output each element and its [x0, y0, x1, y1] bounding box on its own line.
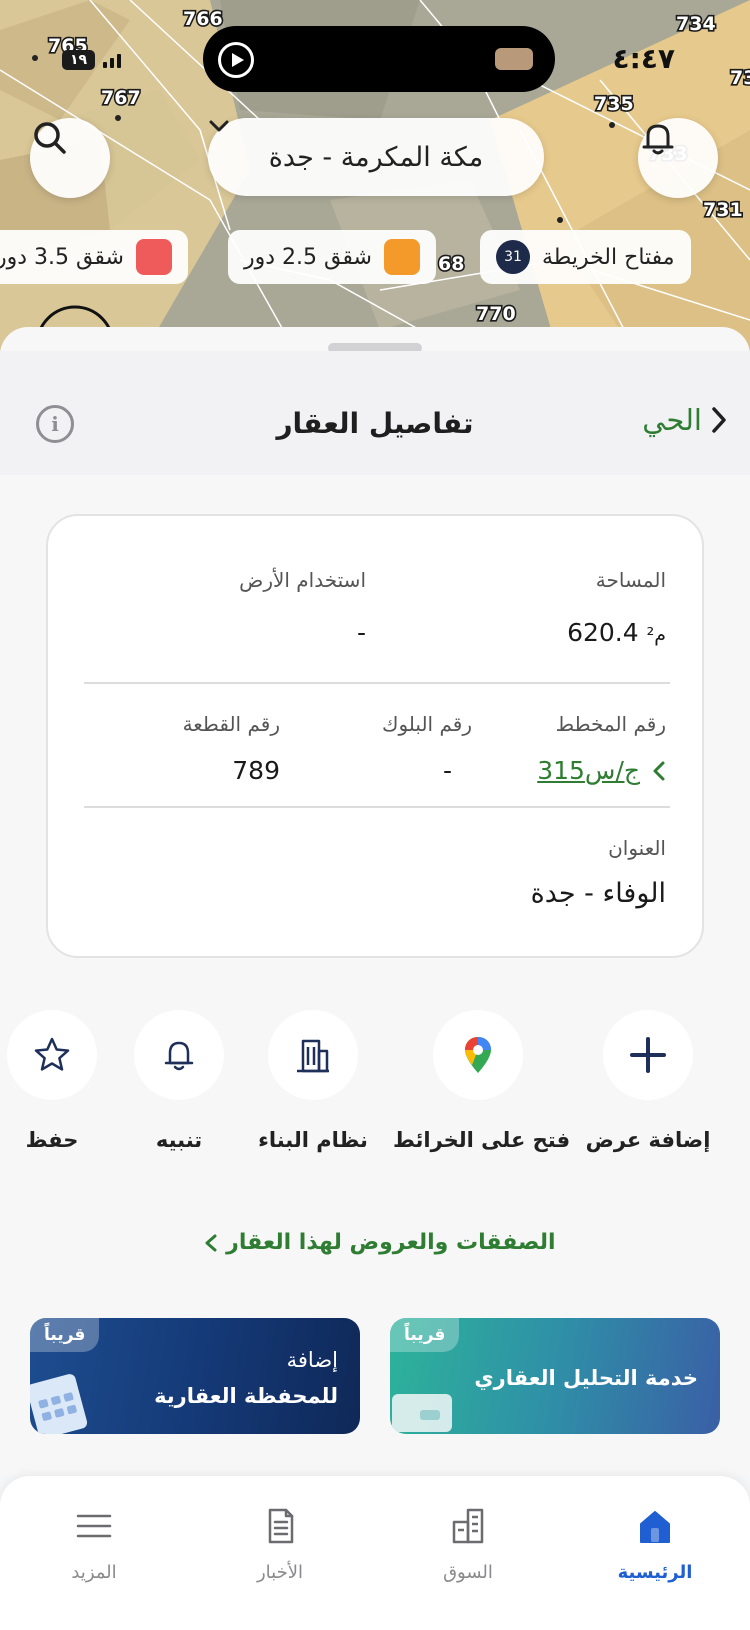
tab-home[interactable]: الرئيسية [595, 1504, 715, 1583]
add-offer-label: إضافة عرض [585, 1128, 711, 1152]
dynamic-island [203, 26, 555, 92]
plan-number-value: 315ج/س [537, 756, 640, 785]
open-in-maps-label: فتح على الخرائط [393, 1128, 571, 1152]
status-time: ٤:٤٧ [612, 42, 675, 75]
parcel-label: 731 [703, 199, 743, 221]
save-button[interactable]: حفظ [0, 1010, 137, 1152]
chip-label: شقق 2.5 دور [244, 244, 372, 270]
chevron-left-icon [653, 761, 665, 780]
sheet-title: تفاصيل العقار [276, 407, 474, 440]
area-unit: م² [646, 624, 666, 646]
promo-line1: إضافة [286, 1348, 338, 1372]
tab-more[interactable]: المزيد [34, 1504, 154, 1583]
tab-market-label: السوق [443, 1562, 493, 1583]
tab-news-label: الأخبار [256, 1562, 303, 1583]
area-number: 620.4 [567, 618, 639, 647]
save-label: حفظ [25, 1128, 79, 1152]
chip-label: مفتاح الخريطة [542, 244, 675, 270]
action-buttons-row: إضافة عرض فتح على الخرائط نظام البناء تن… [0, 1010, 750, 1170]
chevron-down-icon [209, 120, 229, 132]
address-label: العنوان [608, 836, 666, 860]
red-swatch-icon [135, 239, 172, 275]
neighborhood-link[interactable]: الحي [642, 403, 728, 437]
coming-soon-badge: قريباً [30, 1318, 100, 1352]
signal-icon [103, 52, 122, 68]
bell-icon [134, 1010, 224, 1100]
add-offer-button[interactable]: إضافة عرض [563, 1010, 733, 1152]
building-icon [268, 1010, 358, 1100]
plot-number-label: رقم القطعة [182, 712, 280, 736]
city-selector[interactable]: مكة المكرمة - جدة [208, 118, 544, 196]
promo-title: خدمة التحليل العقاري [474, 1366, 698, 1390]
bell-icon [642, 124, 674, 155]
land-use-label: استخدام الأرض [239, 568, 366, 592]
tab-market[interactable]: السوق [408, 1504, 528, 1583]
plus-icon [603, 1010, 693, 1100]
address-value: الوفاء - جدة [530, 878, 666, 909]
notifications-button[interactable] [638, 118, 718, 198]
open-in-maps-button[interactable]: فتح على الخرائط [393, 1010, 571, 1152]
parcel-label: 68 [438, 253, 464, 275]
parcel-label: 770 [476, 303, 516, 325]
star-icon [7, 1010, 97, 1100]
analysis-card-icon [392, 1394, 452, 1432]
home-icon [595, 1504, 715, 1548]
tab-news[interactable]: الأخبار [220, 1504, 340, 1583]
sheet-header: i تفاصيل العقار الحي [0, 351, 750, 475]
legend-count-badge: 31 [496, 240, 530, 274]
block-number-value: - [442, 756, 452, 785]
property-details-card: المساحة استخدام الأرض م² 620.4 - رقم الم… [46, 514, 704, 958]
coming-soon-badge: قريباً [390, 1318, 460, 1352]
filter-chip-apartments-2-5[interactable]: شقق 2.5 دور [228, 230, 436, 284]
city-selector-label: مكة المكرمة - جدة [268, 141, 484, 173]
media-thumbnail [495, 48, 533, 70]
chevron-left-icon [205, 1234, 217, 1252]
plan-number-label: رقم المخطط [555, 712, 666, 736]
search-button[interactable] [30, 118, 110, 198]
tab-more-label: المزيد [71, 1562, 117, 1583]
land-use-value: - [356, 618, 366, 647]
filter-chip-apartments-3-5[interactable]: شقق 3.5 دور [0, 230, 188, 284]
deals-link-label: الصفقات والعروض لهذا العقار [226, 1230, 556, 1255]
parcel-label: 734 [676, 13, 716, 35]
parcel-label: 766 [183, 8, 223, 30]
tab-home-label: الرئيسية [617, 1562, 693, 1583]
neighborhood-link-label: الحي [642, 403, 702, 437]
plan-number-link[interactable]: 315ج/س [537, 756, 666, 785]
bottom-tab-bar: الرئيسية السوق الأخبار المزيد [0, 1476, 750, 1630]
parcel-label: 73 [730, 67, 750, 89]
divider [84, 806, 670, 808]
area-label: المساحة [595, 568, 666, 592]
buildings-icon [408, 1504, 528, 1548]
block-number-label: رقم البلوك [381, 712, 472, 736]
calculator-icon [30, 1374, 88, 1434]
menu-icon [34, 1504, 154, 1548]
plot-number-value: 789 [232, 756, 280, 785]
promo-line2: للمحفظة العقارية [154, 1384, 338, 1408]
real-estate-analysis-card[interactable]: قريباً خدمة التحليل العقاري [390, 1318, 720, 1434]
search-icon [34, 122, 66, 154]
status-left: ١٩ [62, 50, 122, 70]
parcel-label: 735 [594, 93, 634, 115]
orange-swatch-icon [383, 239, 420, 275]
chip-label: شقق 3.5 دور [0, 244, 124, 270]
map-legend-chip[interactable]: 31 مفتاح الخريطة [480, 230, 691, 284]
chevron-right-icon [712, 407, 726, 433]
add-to-portfolio-card[interactable]: قريباً إضافة للمحفظة العقارية [30, 1318, 360, 1434]
battery-indicator: ١٩ [62, 50, 96, 70]
map-view[interactable]: 766 765 767 734 73 735 733 731 770 68 ١٩… [0, 0, 750, 360]
news-icon [220, 1504, 340, 1548]
screen-record-icon [218, 42, 254, 78]
divider [84, 682, 670, 684]
area-value: م² 620.4 [567, 618, 666, 647]
deals-and-offers-link[interactable]: الصفقات والعروض لهذا العقار [0, 1230, 750, 1255]
parcel-label: 767 [101, 87, 141, 109]
map-pin-icon [433, 1010, 523, 1100]
